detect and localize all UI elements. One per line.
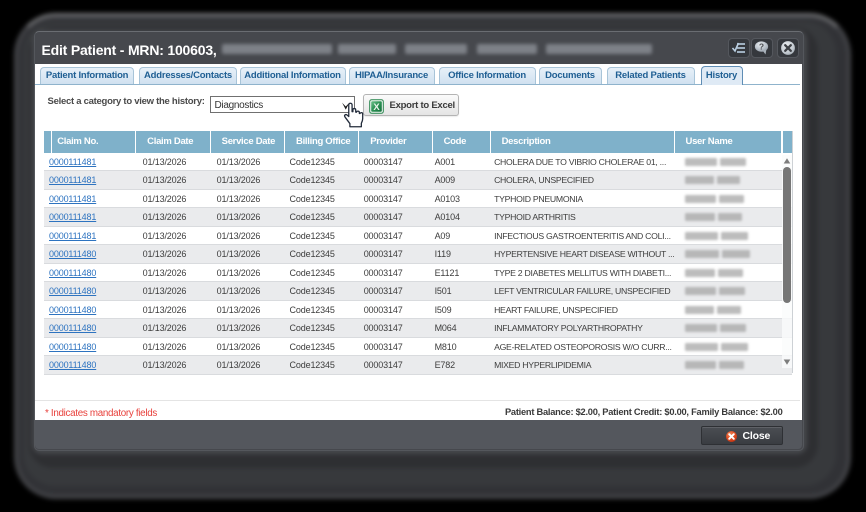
svg-text:X: X bbox=[373, 102, 380, 113]
svg-text:?: ? bbox=[759, 42, 764, 52]
